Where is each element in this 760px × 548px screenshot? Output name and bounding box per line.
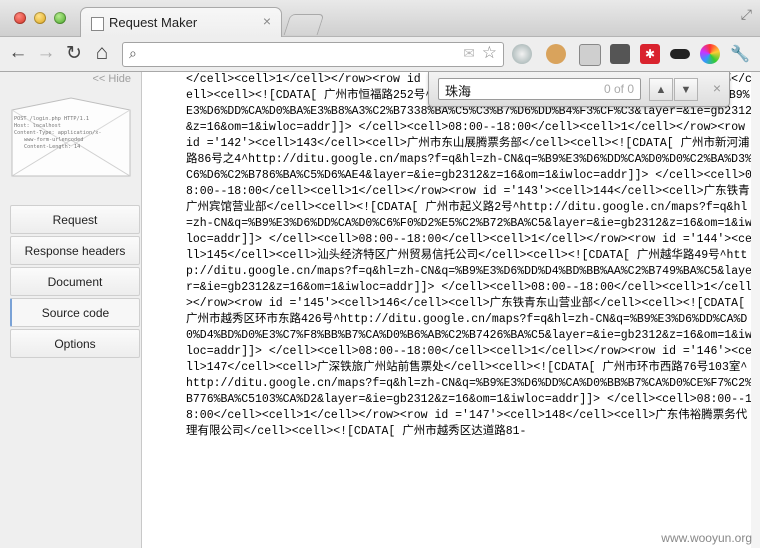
minimize-window-button[interactable] <box>34 12 46 24</box>
envelope-line: POST /login.php HTTP/1.1 <box>14 116 89 122</box>
sidebar-item-response-headers[interactable]: Response headers <box>10 236 140 265</box>
color-wheel-extension-icon[interactable] <box>700 44 720 64</box>
wrench-icon[interactable]: 🔧 <box>730 44 750 64</box>
sidebar-item-document[interactable]: Document <box>10 267 140 296</box>
page-icon <box>91 17 104 31</box>
tab-request-maker[interactable]: Request Maker × <box>80 7 282 37</box>
address-bar[interactable]: ⌕ ✉ ☆ <box>122 42 504 67</box>
asterisk-extension-icon[interactable]: ✱ <box>640 44 660 64</box>
sidebar-item-source-code[interactable]: Source code <box>10 298 140 327</box>
find-previous-button[interactable]: ▲ <box>649 78 673 101</box>
home-button[interactable]: ⌂ <box>90 41 114 65</box>
mask-extension-icon[interactable] <box>670 49 690 59</box>
globe-extension-icon[interactable] <box>512 44 532 64</box>
find-query: 珠海 <box>445 84 472 99</box>
new-tab-button[interactable] <box>283 14 325 35</box>
envelope-line: Content-Type: application/x- <box>14 130 101 136</box>
source-code-text: </cell><cell>1</cell></row><row id ='141… <box>186 73 752 438</box>
bookmark-star-icon[interactable]: ☆ <box>482 43 497 63</box>
forward-button[interactable]: → <box>34 41 58 65</box>
source-code-view: </cell><cell>1</cell></row><row id ='141… <box>186 72 752 548</box>
find-next-button[interactable]: ▼ <box>674 78 698 101</box>
envelope-line: www-form-urlencoded <box>24 137 83 143</box>
close-window-button[interactable] <box>14 12 26 24</box>
request-maker-extension-icon[interactable] <box>610 44 630 64</box>
tab-close-icon[interactable]: × <box>263 13 271 29</box>
cookie-extension-icon[interactable] <box>546 44 566 64</box>
envelope-line: Content-Length: 14 <box>24 144 80 150</box>
sidebar-menu: Request Response headers Document Source… <box>10 205 140 360</box>
browser-toolbar: ← → ↻ ⌂ ⌕ ✉ ☆ ✱ 🔧 <box>0 37 760 72</box>
find-close-icon[interactable]: × <box>713 80 721 96</box>
page-extension-icon[interactable] <box>579 44 601 66</box>
envelope-line: Host: localhost <box>14 123 61 129</box>
find-input[interactable]: 珠海 0 of 0 <box>438 78 641 100</box>
title-bar: Request Maker × ⤢ <box>0 0 760 37</box>
back-button[interactable]: ← <box>6 41 30 65</box>
hide-sidebar-link[interactable]: << Hide <box>92 73 131 85</box>
content-gutter <box>142 72 182 548</box>
sidebar: << Hide POST /login.php HTTP/1.1 Host: l… <box>0 72 142 548</box>
search-icon: ⌕ <box>129 45 137 61</box>
zoom-window-button[interactable] <box>54 12 66 24</box>
reload-button[interactable]: ↻ <box>62 41 86 65</box>
find-bar: 珠海 0 of 0 ▲ ▼ × <box>428 72 730 107</box>
sidebar-item-request[interactable]: Request <box>10 205 140 234</box>
tab-title: Request Maker <box>109 15 198 30</box>
sidebar-item-options[interactable]: Options <box>10 329 140 358</box>
find-match-count: 0 of 0 <box>603 82 634 96</box>
watermark: www.wooyun.org <box>661 531 752 545</box>
scrollbar[interactable] <box>751 72 760 548</box>
fullscreen-icon[interactable]: ⤢ <box>741 6 752 23</box>
mail-icon[interactable]: ✉ <box>463 45 475 62</box>
envelope-icon: POST /login.php HTTP/1.1 Host: localhost… <box>11 97 131 177</box>
